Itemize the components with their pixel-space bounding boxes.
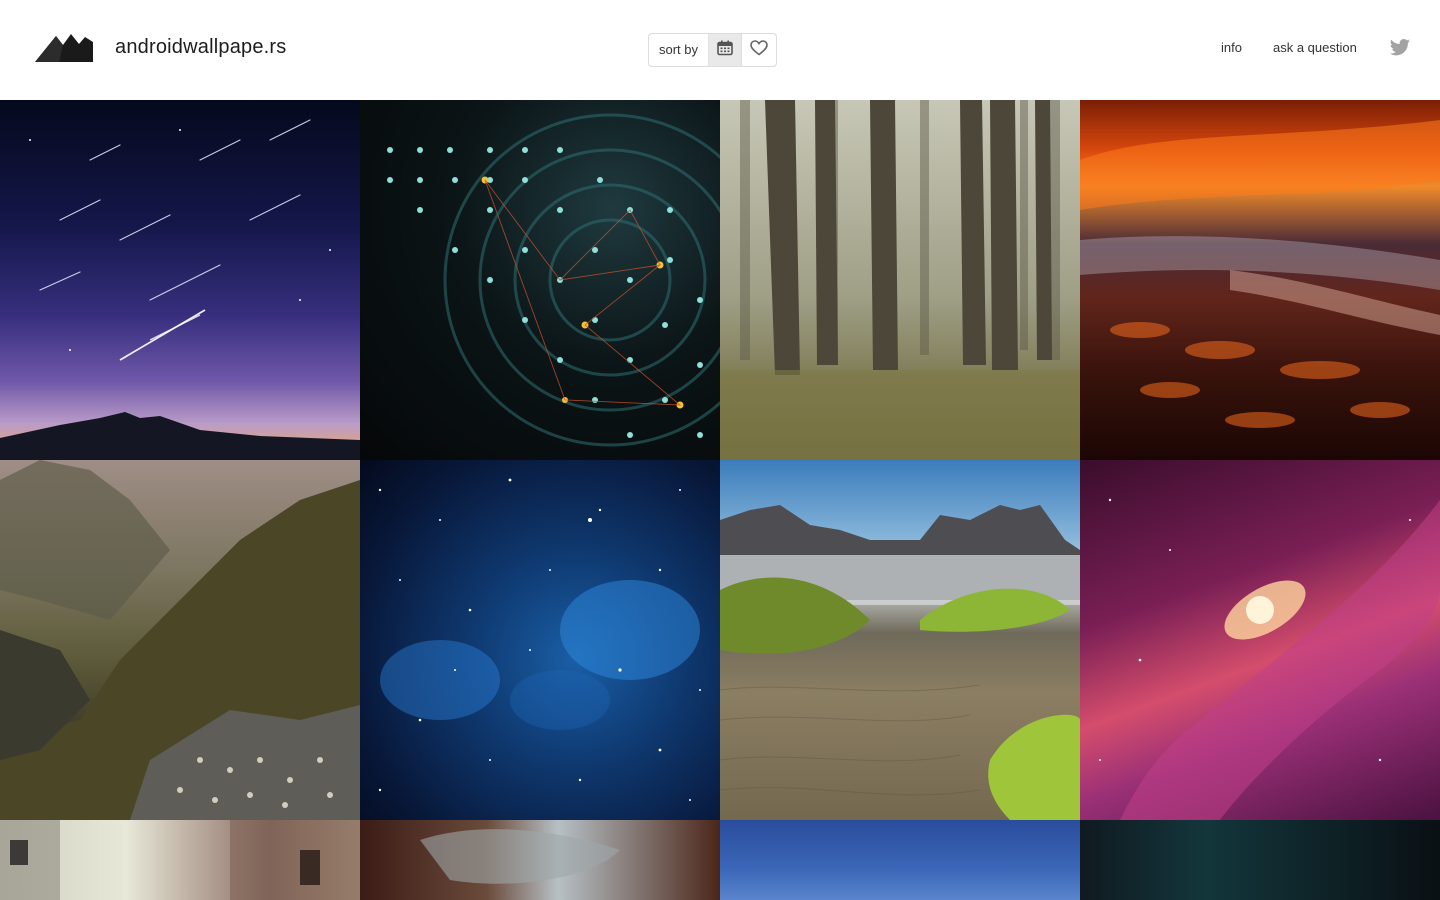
heart-icon xyxy=(749,39,768,61)
wallpaper-tile[interactable] xyxy=(1080,820,1440,900)
wallpaper-tile[interactable] xyxy=(360,100,720,460)
wallpaper-tile[interactable] xyxy=(0,820,360,900)
wallpaper-tile[interactable] xyxy=(720,100,1080,460)
wallpaper-tile[interactable] xyxy=(1080,460,1440,820)
wallpaper-tile[interactable] xyxy=(0,100,360,460)
sort-by-date-button[interactable] xyxy=(709,34,742,66)
calendar-icon xyxy=(717,40,733,61)
wallpaper-tile[interactable] xyxy=(360,820,720,900)
nav-info-link[interactable]: info xyxy=(1221,40,1242,55)
wallpaper-tile[interactable] xyxy=(720,460,1080,820)
site-header: androidwallpape.rs sort by info ask a qu… xyxy=(0,0,1440,100)
wallpaper-tile[interactable] xyxy=(360,460,720,820)
sort-by-favorites-button[interactable] xyxy=(742,34,775,66)
nav-ask-question-link[interactable]: ask a question xyxy=(1273,40,1357,55)
wallpaper-grid xyxy=(0,100,1440,900)
wallpaper-tile[interactable] xyxy=(1080,100,1440,460)
twitter-icon[interactable] xyxy=(1389,38,1411,58)
wallpaper-tile[interactable] xyxy=(0,460,360,820)
site-title[interactable]: androidwallpape.rs xyxy=(115,36,286,59)
wallpaper-tile[interactable] xyxy=(720,820,1080,900)
mountain-logo-icon[interactable] xyxy=(35,31,95,63)
sort-control: sort by xyxy=(648,33,777,67)
sort-label: sort by xyxy=(649,34,709,66)
